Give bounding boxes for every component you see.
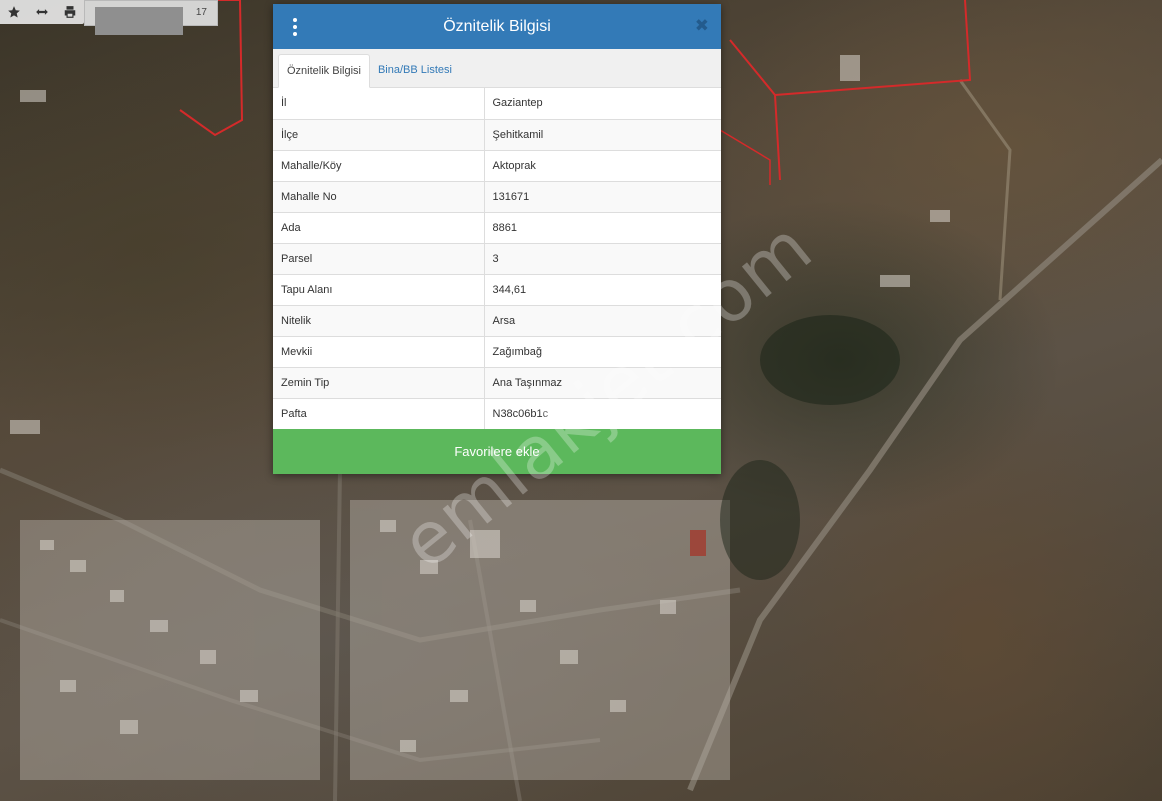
table-row: İl Gaziantep: [273, 88, 721, 119]
attribute-value: 344,61: [484, 273, 721, 305]
attribute-key: Pafta: [273, 397, 485, 429]
tab-bar: Öznitelik Bilgisi Bina/BB Listesi: [273, 49, 721, 88]
table-row: Pafta N38c06b1c: [273, 397, 721, 429]
attribute-key: İl: [273, 88, 485, 119]
star-icon[interactable]: [0, 0, 28, 24]
attribute-key: Nitelik: [273, 304, 485, 336]
table-row: Zemin Tip Ana Taşınmaz: [273, 366, 721, 398]
dialog-title: Öznitelik Bilgisi: [443, 17, 551, 35]
kebab-menu-icon[interactable]: [285, 16, 305, 38]
dialog-header: Öznitelik Bilgisi ✖: [273, 4, 721, 49]
add-to-favorites-button[interactable]: Favorilere ekle: [273, 429, 721, 474]
table-row: Ada 8861: [273, 211, 721, 243]
attribute-value: Şehitkamil: [484, 118, 721, 150]
print-icon[interactable]: [56, 0, 84, 24]
resize-horizontal-icon[interactable]: [28, 0, 56, 24]
attribute-key: Mahalle No: [273, 180, 485, 212]
scale-value: 17: [195, 7, 207, 18]
tab-building-list[interactable]: Bina/BB Listesi: [370, 53, 460, 87]
attribute-key: Tapu Alanı: [273, 273, 485, 305]
table-row: İlçe Şehitkamil: [273, 118, 721, 150]
attribute-key: Mahalle/Köy: [273, 149, 485, 181]
attribute-key: Ada: [273, 211, 485, 243]
attribute-value: 3: [484, 242, 721, 274]
attribute-key: Parsel: [273, 242, 485, 274]
table-row: Mevkii Zağımbağ: [273, 335, 721, 367]
tab-attribute-info[interactable]: Öznitelik Bilgisi: [278, 54, 370, 88]
table-row: Mahalle/Köy Aktoprak: [273, 149, 721, 181]
attribute-dialog: Öznitelik Bilgisi ✖ Öznitelik Bilgisi Bi…: [273, 4, 721, 474]
attribute-value: Gaziantep: [492, 97, 543, 110]
attribute-table: İl Gaziantep İlçe Şehitkamil Mahalle/Köy Ak…: [273, 88, 721, 429]
attribute-value: 131671: [484, 180, 721, 212]
attribute-value: Aktoprak: [484, 149, 721, 181]
table-row: Tapu Alanı 344,61: [273, 273, 721, 305]
table-row: Nitelik Arsa: [273, 304, 721, 336]
close-icon[interactable]: ✖: [695, 16, 709, 36]
attribute-value: N38c06b1c: [484, 397, 721, 429]
attribute-value: 8861: [484, 211, 721, 243]
attribute-value: Zağımbağ: [484, 335, 721, 367]
attribute-value: Arsa: [484, 304, 721, 336]
scale-display: 17: [84, 0, 218, 35]
attribute-value: Ana Taşınmaz: [484, 366, 721, 398]
map-toolbar: [0, 0, 84, 24]
attribute-key: İlçe: [273, 118, 485, 150]
attribute-key: Zemin Tip: [273, 366, 485, 398]
table-row: Parsel 3: [273, 242, 721, 274]
table-row: Mahalle No 131671: [273, 180, 721, 212]
scale-bar: [95, 7, 183, 35]
attribute-key: Mevkii: [273, 335, 485, 367]
